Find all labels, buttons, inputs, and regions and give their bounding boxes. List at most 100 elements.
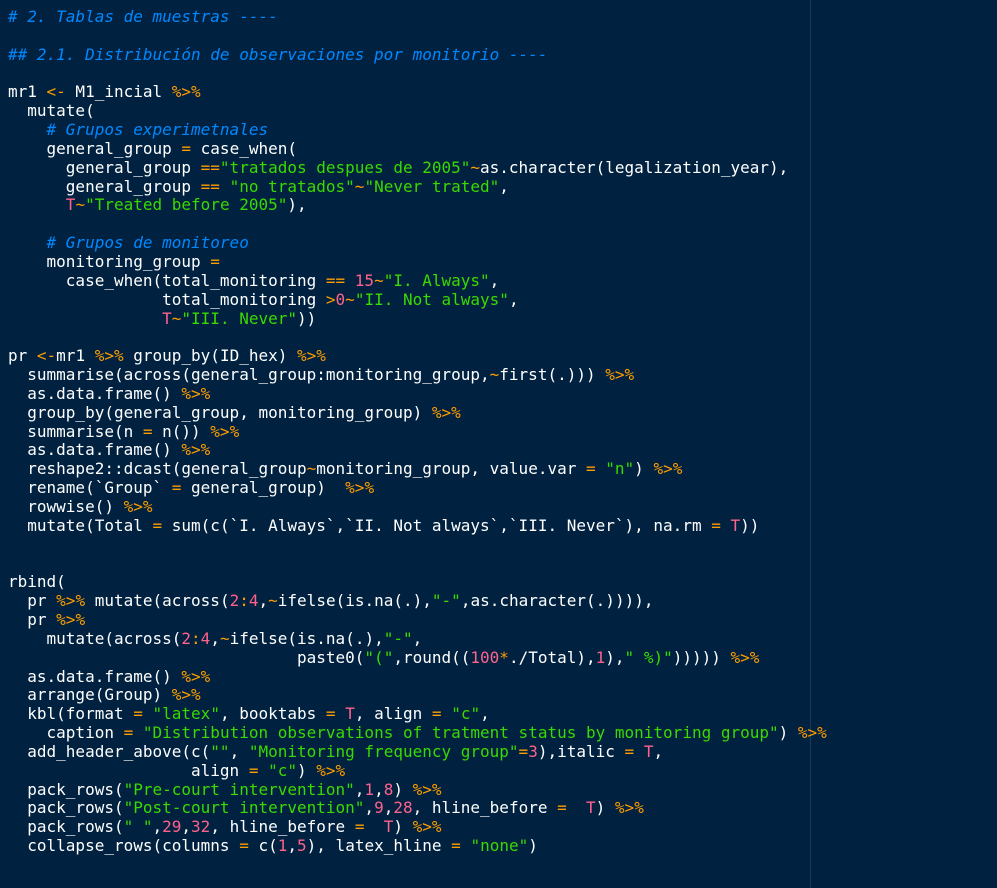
code-text: kbl(format [8,704,134,724]
code-line[interactable]: as.data.frame() %>% [8,666,827,687]
code-number: 32 [191,817,211,837]
code-line[interactable]: mutate(Total = sum(c(`I. Always`,`II. No… [8,515,827,536]
code-text: ), [605,647,625,667]
code-operator: %>% [605,365,635,385]
code-text: pack_rows( [8,817,124,837]
code-text: group_by(general_group, monitoring_group… [8,402,432,422]
code-line[interactable]: align = "c") %>% [8,760,827,781]
code-line[interactable] [8,554,827,573]
code-string: "III. Never" [181,308,297,328]
code-line[interactable] [8,27,827,46]
code-text: ) [393,779,413,799]
code-operator: %>% [210,421,240,441]
code-line[interactable]: general_group == "no tratados"~"Never tr… [8,176,827,197]
code-text: ./Total), [508,647,596,667]
code-editor[interactable]: # 2. Tablas de muestras ---- ## 2.1. Dis… [0,0,997,888]
code-operator: %>% [614,798,644,818]
code-line[interactable]: caption = "Distribution observations of … [8,723,827,743]
code-line[interactable]: rename(`Group` = general_group) %>% [8,478,827,498]
code-operator: %>% [412,817,442,837]
code-text: , [152,817,163,837]
code-string: "I. Always" [383,270,490,290]
code-text: ), [287,195,307,215]
code-text: as.data.frame() [8,666,182,686]
code-line[interactable]: rowwise() %>% [8,497,827,517]
code-string: "(" [364,647,394,667]
code-line[interactable] [8,65,827,84]
code-operator: == [200,176,220,196]
code-text: ) [528,836,538,856]
code-comment: ## 2.1. Distribución de observaciones po… [8,44,548,64]
code-number: 5 [297,836,307,856]
code-operator: %>% [181,440,211,460]
code-text: , [364,798,375,818]
code-content[interactable]: # 2. Tablas de muestras ---- ## 2.1. Dis… [8,7,827,856]
code-line[interactable]: arrange(Group) %>% [8,685,827,705]
code-line[interactable]: as.data.frame() %>% [8,384,827,404]
code-line[interactable]: pr %>% mutate(across(2:4,~ifelse(is.na(.… [8,591,827,611]
code-operator: %>% [181,666,211,686]
code-text: pack_rows( [8,779,124,799]
code-operator: = [152,515,163,535]
code-line[interactable]: # Grupos experimetnales [8,120,827,140]
code-line[interactable]: case_when(total_monitoring == 15~"I. Alw… [8,270,827,291]
code-constant: T [383,817,394,837]
code-line[interactable]: reshape2::dcast(general_group~monitoring… [8,459,827,479]
code-text: first(.))) [499,365,606,385]
code-line[interactable] [8,536,827,555]
code-text: general_group [8,157,201,177]
code-line[interactable]: pr <-mr1 %>% group_by(ID_hex) %>% [8,346,827,366]
code-line[interactable]: add_header_above(c("", "Monitoring frequ… [8,742,827,762]
code-line[interactable]: collapse_rows(columns = c(1,5), latex_hl… [8,836,827,856]
code-line[interactable] [8,215,827,234]
code-line[interactable]: total_monitoring >0~"II. Not always", [8,289,827,310]
code-string: "-" [383,628,413,648]
code-line[interactable]: as.data.frame() %>% [8,440,827,460]
code-line[interactable] [8,328,827,347]
code-line[interactable]: pack_rows("Post-court intervention",9,28… [8,799,827,818]
code-line[interactable]: pack_rows(" ",29,32, hline_before = T) %… [8,817,827,837]
code-text: , hline_before [210,817,355,837]
code-line[interactable]: kbl(format = "latex", booktabs = T, alig… [8,704,827,724]
code-line[interactable]: pack_rows("Pre-court intervention",1,8) … [8,779,827,800]
code-line[interactable]: mr1 <- M1_incial %>% [8,82,827,102]
code-line[interactable]: summarise(n = n()) %>% [8,421,827,442]
code-line[interactable]: # Grupos de monitoreo [8,233,827,253]
code-line[interactable]: T~"Treated before 2005"), [8,196,827,215]
code-line[interactable]: monitoring_group = [8,252,827,272]
code-string: "-" [431,591,461,611]
code-line[interactable]: rbind( [8,572,827,592]
code-operator: > [325,289,336,309]
code-text: mutate(across( [85,591,230,611]
code-line[interactable]: # 2. Tablas de muestras ---- [8,7,827,27]
code-number: 2 [181,628,192,648]
code-constant: T [345,704,355,724]
code-line[interactable]: general_group = case_when( [8,139,827,159]
code-operator: ~ [354,176,365,196]
code-line[interactable]: general_group =="tratados despues de 200… [8,157,827,178]
code-text: summarise(n [8,421,143,441]
code-string: "tratados despues de 2005" [219,157,471,177]
code-number: 8 [383,779,394,799]
code-line[interactable]: paste0("(",round((100*./Total),1)," %)")… [8,647,827,668]
code-text: rename(`Group` [8,478,172,498]
code-string: "latex" [152,704,220,724]
code-line[interactable]: mutate( [8,101,827,121]
code-operator: ~ [374,270,384,290]
code-operator: %>% [316,760,346,780]
code-line[interactable]: ## 2.1. Distribución de observaciones po… [8,44,827,65]
code-line[interactable]: pr %>% [8,610,827,630]
code-line[interactable]: T~"III. Never")) [8,308,827,329]
code-line[interactable]: mutate(across(2:4,~ifelse(is.na(.),"-", [8,628,827,649]
code-text: group_by(ID_hex) [123,346,297,366]
code-operator: = [325,704,336,724]
code-operator: * [499,647,509,667]
code-text: as.data.frame() [8,440,182,460]
code-line[interactable]: group_by(general_group, monitoring_group… [8,402,827,423]
code-line[interactable]: summarise(across(general_group:monitorin… [8,365,827,385]
